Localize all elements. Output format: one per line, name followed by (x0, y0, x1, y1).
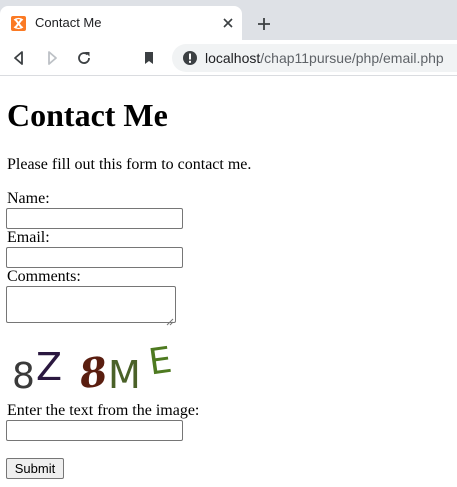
browser-toolbar: localhost/chap11pursue/php/email.php (0, 40, 457, 76)
svg-text:Z: Z (36, 345, 62, 389)
svg-text:8: 8 (75, 348, 110, 397)
new-tab-plus-icon[interactable] (254, 14, 274, 34)
email-label: Email: (7, 229, 50, 246)
svg-text:M: M (108, 353, 141, 397)
resize-handle-icon[interactable] (166, 313, 174, 326)
svg-text:E: E (146, 340, 174, 384)
captcha-field[interactable] (6, 420, 183, 441)
url-text: localhost/chap11pursue/php/email.php (205, 50, 444, 66)
captcha-prompt: Enter the text from the image: (7, 402, 200, 419)
name-label: Name: (7, 190, 50, 207)
email-field[interactable] (6, 247, 183, 268)
bookmark-icon[interactable] (139, 48, 159, 68)
captcha-image: 8 Z 8 M E (6, 337, 181, 399)
svg-text:8: 8 (12, 356, 35, 397)
info-icon[interactable] (182, 50, 198, 66)
back-arrow-icon[interactable] (9, 48, 29, 68)
url-host: localhost (205, 50, 261, 66)
tab-contact-me[interactable]: Contact Me (0, 6, 242, 40)
comments-textarea[interactable] (6, 286, 176, 326)
name-field[interactable] (6, 208, 183, 229)
xampp-favicon-icon (11, 16, 26, 31)
intro-text: Please fill out this form to contact me. (7, 156, 252, 173)
reload-icon[interactable] (74, 48, 94, 68)
address-bar[interactable]: localhost/chap11pursue/php/email.php (172, 44, 457, 72)
url-path: /chap11pursue/php/email.php (260, 50, 444, 66)
page-title: Contact Me (7, 97, 168, 133)
forward-arrow-icon[interactable] (42, 48, 62, 68)
submit-button[interactable]: Submit (6, 458, 64, 479)
tab-title: Contact Me (35, 15, 102, 30)
comments-label: Comments: (7, 268, 81, 285)
tab-strip: Contact Me (0, 0, 457, 40)
close-icon[interactable] (220, 15, 236, 31)
